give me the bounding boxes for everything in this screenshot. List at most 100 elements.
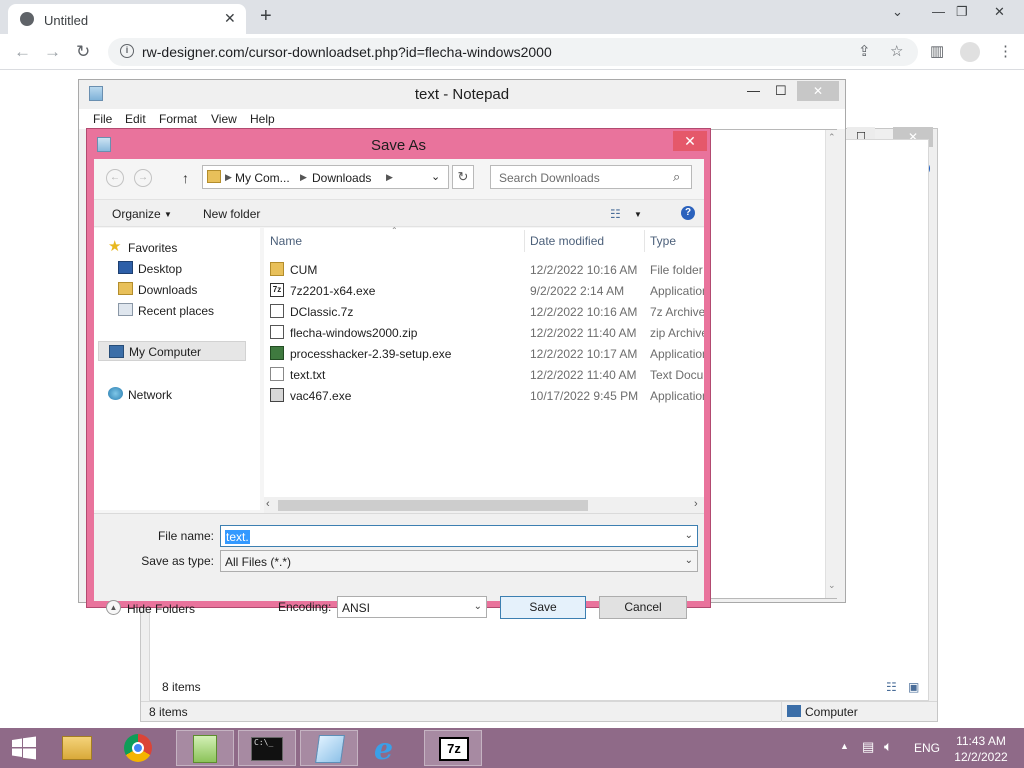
address-dropdown-icon[interactable]: ⌄ bbox=[431, 170, 440, 183]
close-icon[interactable]: ✕ bbox=[994, 4, 1005, 20]
up-arrow-icon[interactable]: ↑ bbox=[182, 170, 189, 186]
file-row[interactable]: vac467.exe 10/17/2022 9:45 PM Applicatio… bbox=[264, 385, 704, 406]
file-list: ⌃ Name Date modified Type CUM 12/2/2022 … bbox=[264, 226, 704, 510]
new-tab-button[interactable]: + bbox=[260, 5, 272, 28]
taskbar-7zip[interactable]: 7z bbox=[424, 730, 482, 766]
dialog-close-button[interactable]: ✕ bbox=[673, 131, 707, 151]
view-options-icon[interactable]: ☷ bbox=[610, 207, 621, 221]
taskbar-file-explorer[interactable] bbox=[48, 730, 106, 766]
column-type[interactable]: Type bbox=[650, 234, 676, 248]
scrollbar-thumb[interactable] bbox=[278, 500, 588, 511]
clock-time[interactable]: 11:43 AM bbox=[950, 734, 1012, 748]
scroll-left-icon[interactable]: ‹ bbox=[266, 498, 270, 510]
menu-edit[interactable]: Edit bbox=[125, 112, 146, 126]
menu-file[interactable]: File bbox=[93, 112, 112, 126]
file-name-dropdown-icon[interactable]: ⌄ bbox=[685, 530, 693, 541]
back-icon[interactable]: ← bbox=[14, 42, 31, 62]
file-list-horizontal-scrollbar[interactable]: ‹ › bbox=[264, 497, 704, 513]
menu-dots-icon[interactable]: ⋮ bbox=[998, 42, 1013, 60]
language-indicator[interactable]: ENG bbox=[914, 741, 940, 755]
file-row[interactable]: processhacker-2.39-setup.exe 12/2/2022 1… bbox=[264, 343, 704, 364]
taskbar-chrome[interactable] bbox=[110, 730, 168, 766]
minimize-icon[interactable]: — bbox=[932, 4, 945, 19]
file-type: zip Archive bbox=[650, 326, 704, 340]
url-text: rw-designer.com/cursor-downloadset.php?i… bbox=[142, 44, 552, 60]
scroll-down-icon[interactable]: ⌄ bbox=[828, 580, 836, 591]
bg-status-location: Computer bbox=[805, 705, 858, 719]
share-icon[interactable]: ⇪ bbox=[858, 42, 871, 60]
forward-icon[interactable]: → bbox=[44, 42, 61, 62]
encoding-select[interactable]: ANSI ⌄ bbox=[337, 596, 487, 618]
taskbar-notepad[interactable] bbox=[300, 730, 358, 766]
column-date-modified[interactable]: Date modified bbox=[530, 234, 604, 248]
details-view-icon[interactable]: ☷ bbox=[886, 680, 897, 694]
organize-dropdown-icon[interactable]: ▼ bbox=[164, 210, 172, 219]
folder-icon bbox=[270, 262, 284, 276]
file-row[interactable]: CUM 12/2/2022 10:16 AM File folder bbox=[264, 259, 704, 280]
menu-help[interactable]: Help bbox=[250, 112, 275, 126]
file-name-input[interactable]: text. ⌄ bbox=[220, 525, 698, 547]
browser-tab[interactable]: Untitled ✕ bbox=[8, 4, 246, 34]
profile-avatar-icon[interactable] bbox=[960, 42, 980, 62]
nav-favorites[interactable]: ★ Favorites bbox=[94, 237, 258, 257]
show-hidden-icons-icon[interactable]: ▲ bbox=[840, 741, 849, 751]
nav-recent-places[interactable]: Recent places bbox=[94, 300, 258, 320]
refresh-icon[interactable]: ↻ bbox=[452, 165, 474, 189]
clock-date[interactable]: 12/2/2022 bbox=[950, 750, 1012, 764]
column-separator[interactable] bbox=[524, 230, 525, 252]
notepad-minimize-icon[interactable]: — bbox=[747, 83, 760, 98]
recent-places-icon bbox=[118, 303, 133, 316]
notepad-maximize-icon[interactable]: ☐ bbox=[775, 83, 787, 99]
file-type: File folder bbox=[650, 263, 703, 277]
menu-format[interactable]: Format bbox=[159, 112, 197, 126]
address-bar[interactable]: i rw-designer.com/cursor-downloadset.php… bbox=[108, 38, 918, 66]
save-as-type-select[interactable]: All Files (*.*) ⌄ bbox=[220, 550, 698, 572]
scroll-up-icon[interactable]: ⌃ bbox=[828, 132, 836, 143]
organize-button[interactable]: Organize bbox=[112, 207, 161, 221]
encoding-dropdown-icon[interactable]: ⌄ bbox=[474, 601, 482, 612]
volume-icon[interactable]: 🔈︎ bbox=[884, 738, 892, 755]
scroll-right-icon[interactable]: › bbox=[694, 498, 698, 510]
taskbar-internet-explorer[interactable]: e bbox=[362, 730, 420, 767]
file-row[interactable]: flecha-windows2000.zip 12/2/2022 11:40 A… bbox=[264, 322, 704, 343]
cancel-button[interactable]: Cancel bbox=[599, 596, 687, 619]
nav-desktop[interactable]: Desktop bbox=[94, 258, 258, 278]
tiles-view-icon[interactable]: ▣ bbox=[908, 680, 919, 694]
menu-view[interactable]: View bbox=[211, 112, 237, 126]
hide-folders-button[interactable]: Hide Folders bbox=[127, 602, 195, 616]
site-info-icon[interactable]: i bbox=[120, 44, 134, 58]
view-dropdown-icon[interactable]: ▼ bbox=[634, 210, 642, 219]
hide-folders-icon[interactable]: ▲ bbox=[106, 600, 121, 615]
file-row[interactable]: text.txt 12/2/2022 11:40 AM Text Documen… bbox=[264, 364, 704, 385]
nav-downloads[interactable]: Downloads bbox=[94, 279, 258, 299]
reload-icon[interactable]: ↻ bbox=[76, 42, 90, 62]
search-icon[interactable]: ⌕ bbox=[673, 169, 680, 185]
taskbar-command-prompt[interactable]: C:\_ bbox=[238, 730, 296, 766]
new-folder-button[interactable]: New folder bbox=[203, 207, 260, 221]
notepad-vertical-scrollbar[interactable]: ⌃ ⌄ bbox=[825, 130, 837, 598]
chevron-down-icon[interactable]: ⌄ bbox=[892, 4, 903, 20]
file-row[interactable]: DClassic.7z 12/2/2022 10:16 AM 7z Archiv… bbox=[264, 301, 704, 322]
file-row[interactable]: 7z 7z2201-x64.exe 9/2/2022 2:14 AM Appli… bbox=[264, 280, 704, 301]
restore-icon[interactable]: ❐ bbox=[956, 4, 968, 20]
breadcrumb-downloads[interactable]: Downloads bbox=[312, 171, 371, 185]
save-button[interactable]: Save bbox=[500, 596, 586, 619]
notepad-close-icon[interactable]: ✕ bbox=[797, 81, 839, 101]
column-name[interactable]: Name bbox=[270, 234, 302, 248]
bookmark-star-icon[interactable]: ☆ bbox=[890, 42, 903, 60]
search-downloads-input[interactable]: Search Downloads ⌕ bbox=[490, 165, 692, 189]
column-separator[interactable] bbox=[644, 230, 645, 252]
tab-close-icon[interactable]: ✕ bbox=[224, 10, 236, 27]
help-icon[interactable]: ? bbox=[681, 206, 695, 220]
taskbar-notepad-app[interactable] bbox=[176, 730, 234, 766]
side-panel-icon[interactable]: ▥ bbox=[930, 42, 944, 60]
back-arrow-icon[interactable]: ← bbox=[106, 169, 124, 187]
nav-network[interactable]: Network bbox=[94, 384, 258, 404]
start-button[interactable] bbox=[10, 736, 38, 760]
breadcrumb-my-computer[interactable]: My Com... bbox=[235, 171, 290, 185]
network-tray-icon[interactable]: ▤ bbox=[862, 739, 874, 755]
address-breadcrumb[interactable]: ▶ My Com... ▶ Downloads ▶ ⌄ bbox=[202, 165, 449, 189]
forward-arrow-icon[interactable]: → bbox=[134, 169, 152, 187]
save-as-type-dropdown-icon[interactable]: ⌄ bbox=[685, 555, 693, 566]
nav-my-computer[interactable]: My Computer bbox=[98, 341, 246, 361]
